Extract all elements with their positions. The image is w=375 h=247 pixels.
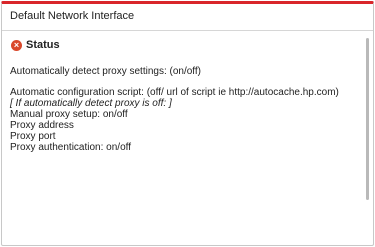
auto-detect-proxy-text: Automatically detect proxy settings: (on…: [10, 66, 202, 77]
auto-config-script-text: Automatic configuration script: (off/ ur…: [10, 87, 339, 98]
status-title: Status: [26, 39, 60, 51]
proxy-authentication-text: Proxy authentication: on/off: [10, 142, 132, 153]
proxy-address-text: Proxy address: [10, 120, 74, 131]
dialog-content: × Status Automatically detect proxy sett…: [2, 31, 373, 245]
status-header: × Status: [10, 38, 365, 52]
vertical-scrollbar[interactable]: [366, 38, 369, 200]
proxy-port-text: Proxy port: [10, 131, 56, 142]
close-circle-icon: ×: [11, 39, 22, 51]
network-interface-dialog: Default Network Interface × Status Autom…: [1, 1, 374, 246]
auto-detect-off-note: [ If automatically detect proxy is off: …: [10, 98, 172, 109]
manual-proxy-setup-text: Manual proxy setup: on/off: [10, 109, 128, 120]
dialog-title: Default Network Interface: [2, 4, 373, 31]
